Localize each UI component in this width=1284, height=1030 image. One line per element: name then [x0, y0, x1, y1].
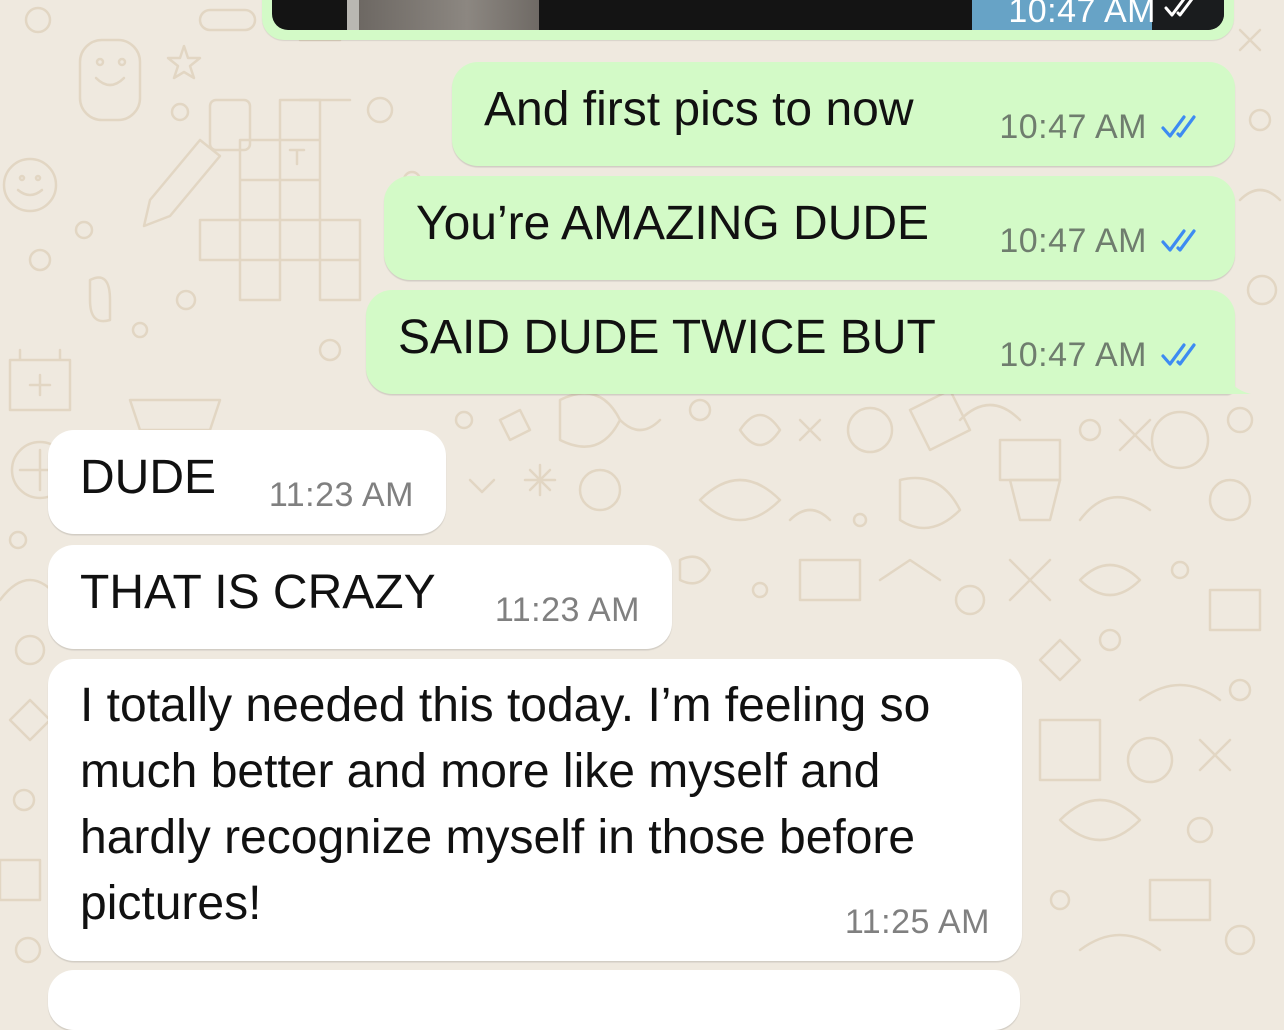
- outgoing-message[interactable]: You’re AMAZING DUDE 10:47 AM: [384, 176, 1235, 280]
- incoming-message[interactable]: I totally needed this today. I’m feeling…: [48, 659, 1022, 961]
- bubble-tail: [1221, 358, 1251, 394]
- message-text: THAT IS CRAZY: [80, 566, 436, 619]
- chat-thread: 10:47 AM And first pics to now 10:47 AM …: [0, 0, 1284, 1030]
- outgoing-message[interactable]: SAID DUDE TWICE BUT 10:47 AM: [366, 290, 1251, 394]
- message-timestamp: 10:47 AM: [999, 336, 1147, 374]
- shared-photo[interactable]: 10:47 AM: [272, 0, 1224, 30]
- incoming-message-partial[interactable]: [48, 970, 1020, 1030]
- double-check-icon: [1161, 229, 1196, 252]
- incoming-message[interactable]: THAT IS CRAZY 11:23 AM: [48, 545, 672, 649]
- message-text: SAID DUDE TWICE BUT: [398, 311, 936, 364]
- incoming-message[interactable]: DUDE 11:23 AM: [48, 430, 446, 534]
- image-message-bubble[interactable]: 10:47 AM: [262, 0, 1234, 40]
- message-timestamp: 10:47 AM: [999, 222, 1147, 260]
- message-timestamp: 11:23 AM: [494, 591, 640, 629]
- message-text: And first pics to now: [484, 83, 914, 136]
- message-text: DUDE: [80, 451, 217, 504]
- message-timestamp: 10:47 AM: [999, 108, 1147, 146]
- outgoing-message[interactable]: And first pics to now 10:47 AM: [452, 62, 1235, 166]
- message-text: You’re AMAZING DUDE: [416, 197, 930, 250]
- double-check-icon: [1161, 343, 1196, 366]
- message-timestamp: 10:47 AM: [1008, 0, 1156, 30]
- message-timestamp: 11:25 AM: [844, 903, 990, 941]
- message-timestamp: 11:23 AM: [268, 476, 414, 514]
- double-check-icon: [1164, 0, 1194, 17]
- message-text: I totally needed this today. I’m feeling…: [80, 679, 931, 930]
- double-check-icon: [1161, 115, 1196, 138]
